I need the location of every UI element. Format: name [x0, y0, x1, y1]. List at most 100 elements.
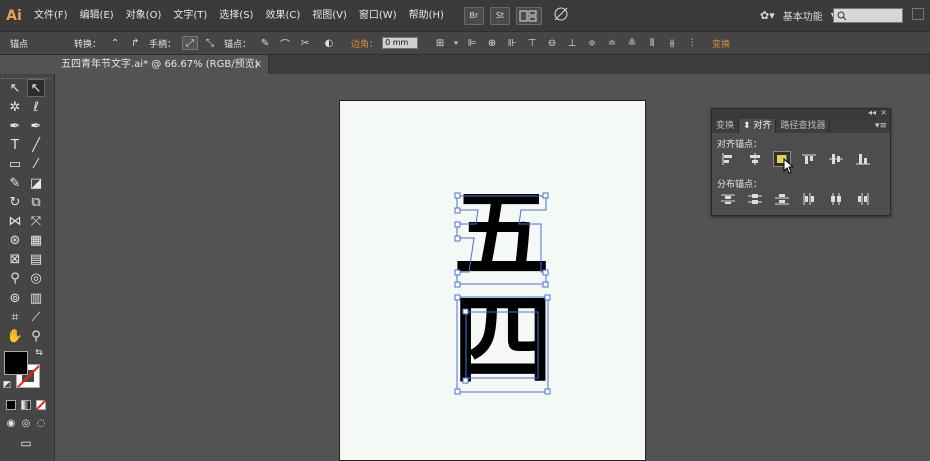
gradient-mode-icon[interactable]: [21, 400, 31, 410]
menu-type[interactable]: 文字(T): [167, 0, 213, 31]
remove-anchor-icon[interactable]: ✎: [257, 36, 273, 50]
distribute-right-icon[interactable]: ⫶: [684, 36, 700, 50]
eyedropper-tool-icon[interactable]: ⚲: [6, 269, 24, 287]
cut-path-icon[interactable]: ✂: [297, 36, 313, 50]
tab-transform[interactable]: 变换: [712, 119, 740, 133]
chevron-down-icon[interactable]: ▾: [452, 36, 460, 50]
paintbrush-tool-icon[interactable]: ⁄: [27, 155, 45, 173]
line-tool-icon[interactable]: ╱: [27, 136, 45, 154]
distribute-left-icon[interactable]: ⫴: [644, 36, 660, 50]
draw-inside-icon[interactable]: ◌: [34, 417, 48, 429]
color-mode-icon[interactable]: [6, 400, 16, 410]
eraser-tool-icon[interactable]: ◪: [27, 174, 45, 192]
distribute-hcenter-button[interactable]: [827, 191, 845, 207]
hide-handles-icon[interactable]: ⤡: [202, 36, 218, 50]
convert-to-smooth-icon[interactable]: ↱: [127, 36, 143, 50]
column-graph-tool-icon[interactable]: ▥: [27, 289, 45, 307]
distribute-left-button[interactable]: [800, 191, 818, 207]
menu-object[interactable]: 对象(O): [120, 0, 168, 31]
align-hcenter-button[interactable]: [746, 151, 764, 167]
align-vcenter-icon[interactable]: ⊖: [544, 36, 560, 50]
align-right-icon[interactable]: ⊪: [504, 36, 520, 50]
bridge-button[interactable]: Br: [463, 6, 484, 25]
rectangle-tool-icon[interactable]: ▭: [6, 155, 24, 173]
scale-tool-icon[interactable]: ⧉: [27, 193, 45, 211]
pen-tool-icon[interactable]: ✒: [6, 117, 24, 135]
curvature-tool-icon[interactable]: ✒: [27, 117, 45, 135]
distribute-top-icon[interactable]: ≑: [584, 36, 600, 50]
menu-edit[interactable]: 编辑(E): [74, 0, 120, 31]
magic-wand-tool-icon[interactable]: ✲: [6, 98, 24, 116]
close-icon[interactable]: ×: [254, 55, 262, 74]
show-handles-icon[interactable]: ⤢: [182, 36, 199, 50]
rotate-tool-icon[interactable]: ↻: [6, 193, 24, 211]
align-left-icon[interactable]: ⊫: [464, 36, 480, 50]
zoom-tool-icon[interactable]: ⚲: [27, 327, 45, 345]
workspace-switcher[interactable]: ✿▾ 基本功能 ▾: [760, 0, 836, 31]
blend-tool-icon[interactable]: ◎: [27, 269, 45, 287]
free-transform-tool-icon[interactable]: ⤧: [27, 212, 45, 230]
perspective-grid-tool-icon[interactable]: ▦: [27, 231, 45, 249]
align-hcenter-icon[interactable]: ⊕: [484, 36, 500, 50]
gradient-tool-icon[interactable]: ▤: [27, 250, 45, 268]
distribute-vcenter-button[interactable]: [746, 191, 764, 207]
corner-radius-field[interactable]: 0 mm: [382, 37, 419, 49]
collapse-icon[interactable]: ◂◂: [868, 108, 876, 117]
slice-tool-icon[interactable]: ⟋: [27, 308, 45, 326]
distribute-bottom-icon[interactable]: ≗: [624, 36, 640, 50]
hand-tool-icon[interactable]: ✋: [6, 327, 24, 345]
corner-label[interactable]: 边角：: [347, 37, 382, 50]
align-bottom-button[interactable]: [854, 151, 872, 167]
draw-normal-icon[interactable]: ◉: [4, 417, 18, 429]
connect-anchor-icon[interactable]: ⌒: [277, 36, 293, 51]
mesh-tool-icon[interactable]: ⊠: [6, 250, 24, 268]
distribute-hcenter-icon[interactable]: ⫵: [664, 36, 680, 50]
close-icon[interactable]: ×: [880, 108, 887, 117]
search-input[interactable]: [833, 8, 903, 23]
minimize-button[interactable]: [912, 8, 924, 20]
shape-builder-tool-icon[interactable]: ⊛: [6, 231, 24, 249]
text-glyph-wu[interactable]: 五: [453, 186, 550, 282]
convert-to-corner-icon[interactable]: ⌃: [107, 36, 123, 50]
swap-colors-icon[interactable]: ⇆: [34, 348, 44, 358]
menu-window[interactable]: 窗口(W): [353, 0, 403, 31]
menu-view[interactable]: 视图(V): [306, 0, 353, 31]
default-colors-icon[interactable]: ◩: [2, 380, 12, 390]
distribute-top-button[interactable]: [719, 191, 737, 207]
fill-swatch[interactable]: [4, 351, 28, 375]
distribute-right-button[interactable]: [854, 191, 872, 207]
text-glyph-si[interactable]: 四: [453, 291, 553, 391]
screen-mode-icon[interactable]: ▭: [16, 436, 36, 450]
distribute-bottom-button[interactable]: [773, 191, 791, 207]
none-mode-icon[interactable]: [36, 400, 46, 410]
lasso-tool-icon[interactable]: ℓ: [27, 98, 45, 116]
pencil-tool-icon[interactable]: ✎: [6, 174, 24, 192]
transform-link[interactable]: 变换: [708, 37, 734, 50]
draw-behind-icon[interactable]: ◎: [19, 417, 33, 429]
reference-point-icon[interactable]: ⊞: [432, 36, 448, 50]
document-tab[interactable]: 五四青年节文字.ai* @ 66.67% (RGB/预览) ×: [55, 55, 269, 74]
menu-effect[interactable]: 效果(C): [259, 0, 306, 31]
width-tool-icon[interactable]: ⋈: [6, 212, 24, 230]
type-tool-icon[interactable]: T: [6, 136, 24, 154]
align-vcenter-button[interactable]: [827, 151, 845, 167]
isolate-icon[interactable]: ◐: [321, 36, 337, 50]
menu-file[interactable]: 文件(F): [28, 0, 74, 31]
distribute-vcenter-icon[interactable]: ≐: [604, 36, 620, 50]
tab-align[interactable]: ⬍ 对齐: [739, 119, 777, 133]
direct-selection-tool-icon[interactable]: ↖: [27, 79, 45, 97]
selection-tool-icon[interactable]: ↖: [6, 79, 24, 97]
tab-pathfinder[interactable]: 路径查找器: [776, 119, 831, 133]
align-top-icon[interactable]: ⊤: [524, 36, 540, 50]
panel-menu-icon[interactable]: ▾≡: [875, 119, 887, 133]
gpu-performance-icon[interactable]: [552, 6, 570, 25]
arrange-documents-button[interactable]: [515, 6, 542, 25]
artboard-tool-icon[interactable]: ⌗: [6, 308, 24, 326]
align-top-button[interactable]: [800, 151, 818, 167]
panel-header[interactable]: ◂◂ ×: [712, 108, 890, 119]
menu-select[interactable]: 选择(S): [213, 0, 259, 31]
stock-button[interactable]: St: [489, 6, 510, 25]
symbol-sprayer-tool-icon[interactable]: ⊚: [6, 289, 24, 307]
menu-help[interactable]: 帮助(H): [403, 0, 450, 31]
align-bottom-icon[interactable]: ⊥: [564, 36, 580, 50]
